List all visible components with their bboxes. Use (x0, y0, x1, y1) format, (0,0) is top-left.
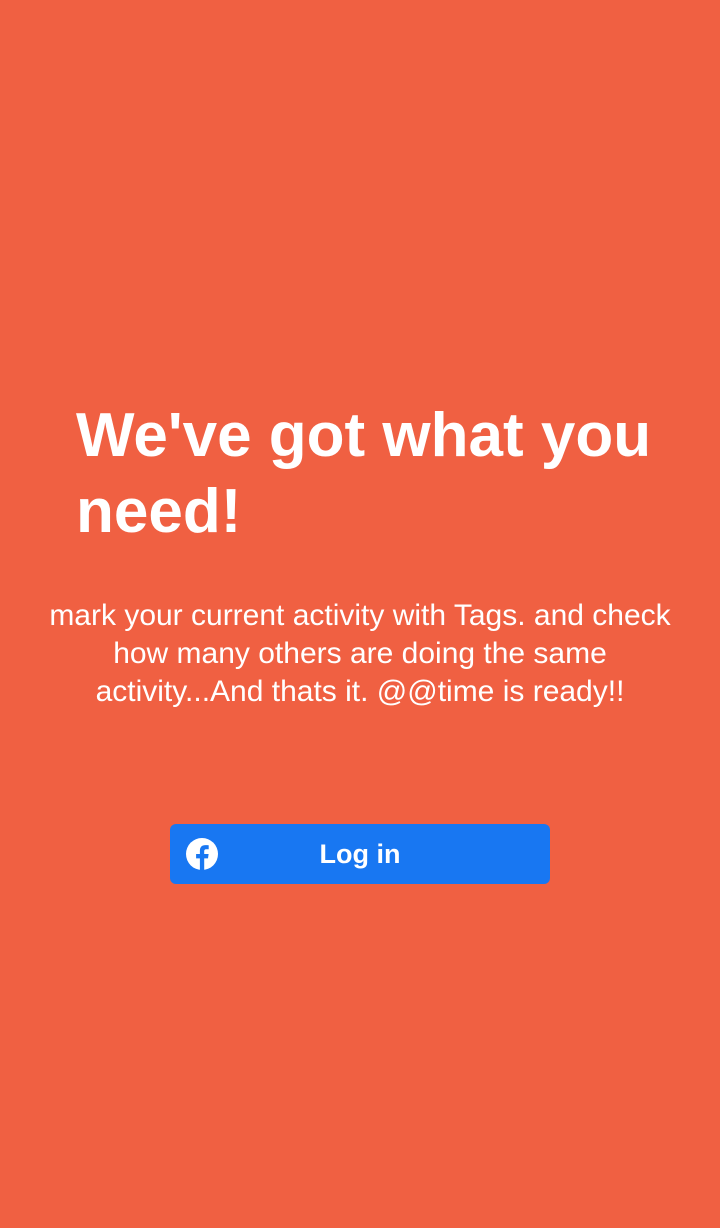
welcome-screen: We've got what you need! mark your curre… (0, 0, 720, 1228)
description-text: mark your current activity with Tags. an… (49, 599, 671, 708)
headline: We've got what you need! (76, 401, 652, 546)
login-button-label: Log in (319, 839, 401, 869)
facebook-login-button[interactable]: Log in (170, 824, 550, 884)
